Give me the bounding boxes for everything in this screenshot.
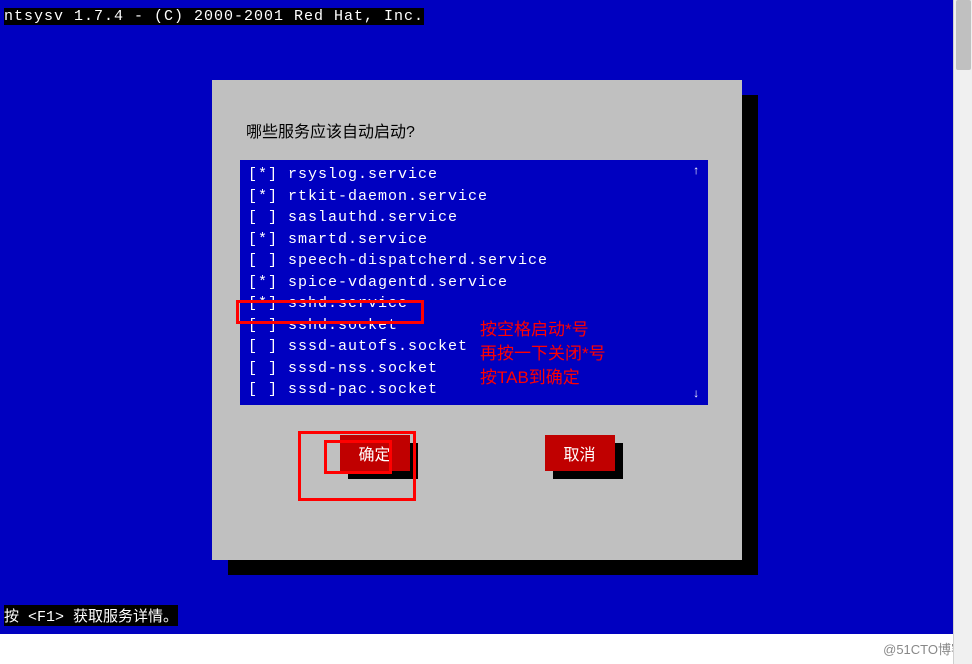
service-label: sshd.service — [288, 295, 408, 312]
checkbox[interactable]: [ ] — [248, 252, 288, 269]
terminal-window: ntsysv 1.7.4 - (C) 2000-2001 Red Hat, In… — [0, 0, 953, 634]
service-item-saslauthd[interactable]: [ ] saslauthd.service — [240, 207, 708, 229]
ok-button-wrap: 确定 — [340, 435, 410, 471]
service-item-sssd-autofs[interactable]: [ ] sssd-autofs.socket — [240, 336, 708, 358]
service-item-sssd-nss[interactable]: [ ] sssd-nss.socket — [240, 358, 708, 380]
ok-button[interactable]: 确定 — [340, 435, 410, 471]
checkbox[interactable]: [ ] — [248, 381, 288, 398]
button-row: 确定 取消 — [232, 435, 722, 471]
checkbox[interactable]: [*] — [248, 295, 288, 312]
service-item-sssd-pac[interactable]: [ ] sssd-pac.socket — [240, 379, 708, 401]
checkbox[interactable]: [ ] — [248, 317, 288, 334]
checkbox[interactable]: [*] — [248, 188, 288, 205]
checkbox[interactable]: [ ] — [248, 209, 288, 226]
scroll-up-icon[interactable]: ↑ — [690, 164, 702, 178]
checkbox[interactable]: [ ] — [248, 360, 288, 377]
annotation-line2: 再按一下关闭*号 — [480, 342, 606, 366]
annotation-line1: 按空格启动*号 — [480, 318, 606, 342]
service-label: rsyslog.service — [288, 166, 438, 183]
page-scrollbar-thumb[interactable] — [956, 0, 971, 70]
service-label: smartd.service — [288, 231, 428, 248]
annotation-line3: 按TAB到确定 — [480, 366, 606, 390]
service-item-sshd-socket[interactable]: [ ] sshd.socket — [240, 315, 708, 337]
checkbox[interactable]: [*] — [248, 166, 288, 183]
page-scrollbar[interactable] — [953, 0, 972, 664]
service-item-smartd[interactable]: [*] smartd.service — [240, 229, 708, 251]
services-listbox[interactable]: [*] rsyslog.service [*] rtkit-daemon.ser… — [240, 160, 708, 405]
service-item-sshd-service[interactable]: [*] sshd.service — [240, 293, 708, 315]
service-label: sshd.socket — [288, 317, 398, 334]
service-label: spice-vdagentd.service — [288, 274, 508, 291]
dialog-title: 哪些服务应该自动启动? — [246, 118, 722, 142]
watermark: @51CTO博客 — [883, 639, 964, 658]
scroll-down-icon[interactable]: ↓ — [690, 387, 702, 401]
service-label: sssd-autofs.socket — [288, 338, 468, 355]
footer-hint: 按 <F1> 获取服务详情。 — [4, 605, 178, 626]
annotation-text: 按空格启动*号 再按一下关闭*号 按TAB到确定 — [480, 318, 606, 390]
service-label: rtkit-daemon.service — [288, 188, 488, 205]
service-label: sssd-pac.socket — [288, 381, 438, 398]
checkbox[interactable]: [*] — [248, 274, 288, 291]
cancel-button-wrap: 取消 — [545, 435, 615, 471]
service-item-rsyslog[interactable]: [*] rsyslog.service — [240, 164, 708, 186]
listbox-scrollbar[interactable]: ↑ ↓ — [690, 164, 702, 401]
service-label: saslauthd.service — [288, 209, 458, 226]
service-label: speech-dispatcherd.service — [288, 252, 548, 269]
service-item-spice[interactable]: [*] spice-vdagentd.service — [240, 272, 708, 294]
dialog: 哪些服务应该自动启动? [*] rsyslog.service [*] rtki… — [212, 80, 742, 560]
checkbox[interactable]: [ ] — [248, 338, 288, 355]
service-item-speech[interactable]: [ ] speech-dispatcherd.service — [240, 250, 708, 272]
checkbox[interactable]: [*] — [248, 231, 288, 248]
service-item-rtkit[interactable]: [*] rtkit-daemon.service — [240, 186, 708, 208]
cancel-button[interactable]: 取消 — [545, 435, 615, 471]
service-label: sssd-nss.socket — [288, 360, 438, 377]
header-title: ntsysv 1.7.4 - (C) 2000-2001 Red Hat, In… — [4, 8, 424, 25]
